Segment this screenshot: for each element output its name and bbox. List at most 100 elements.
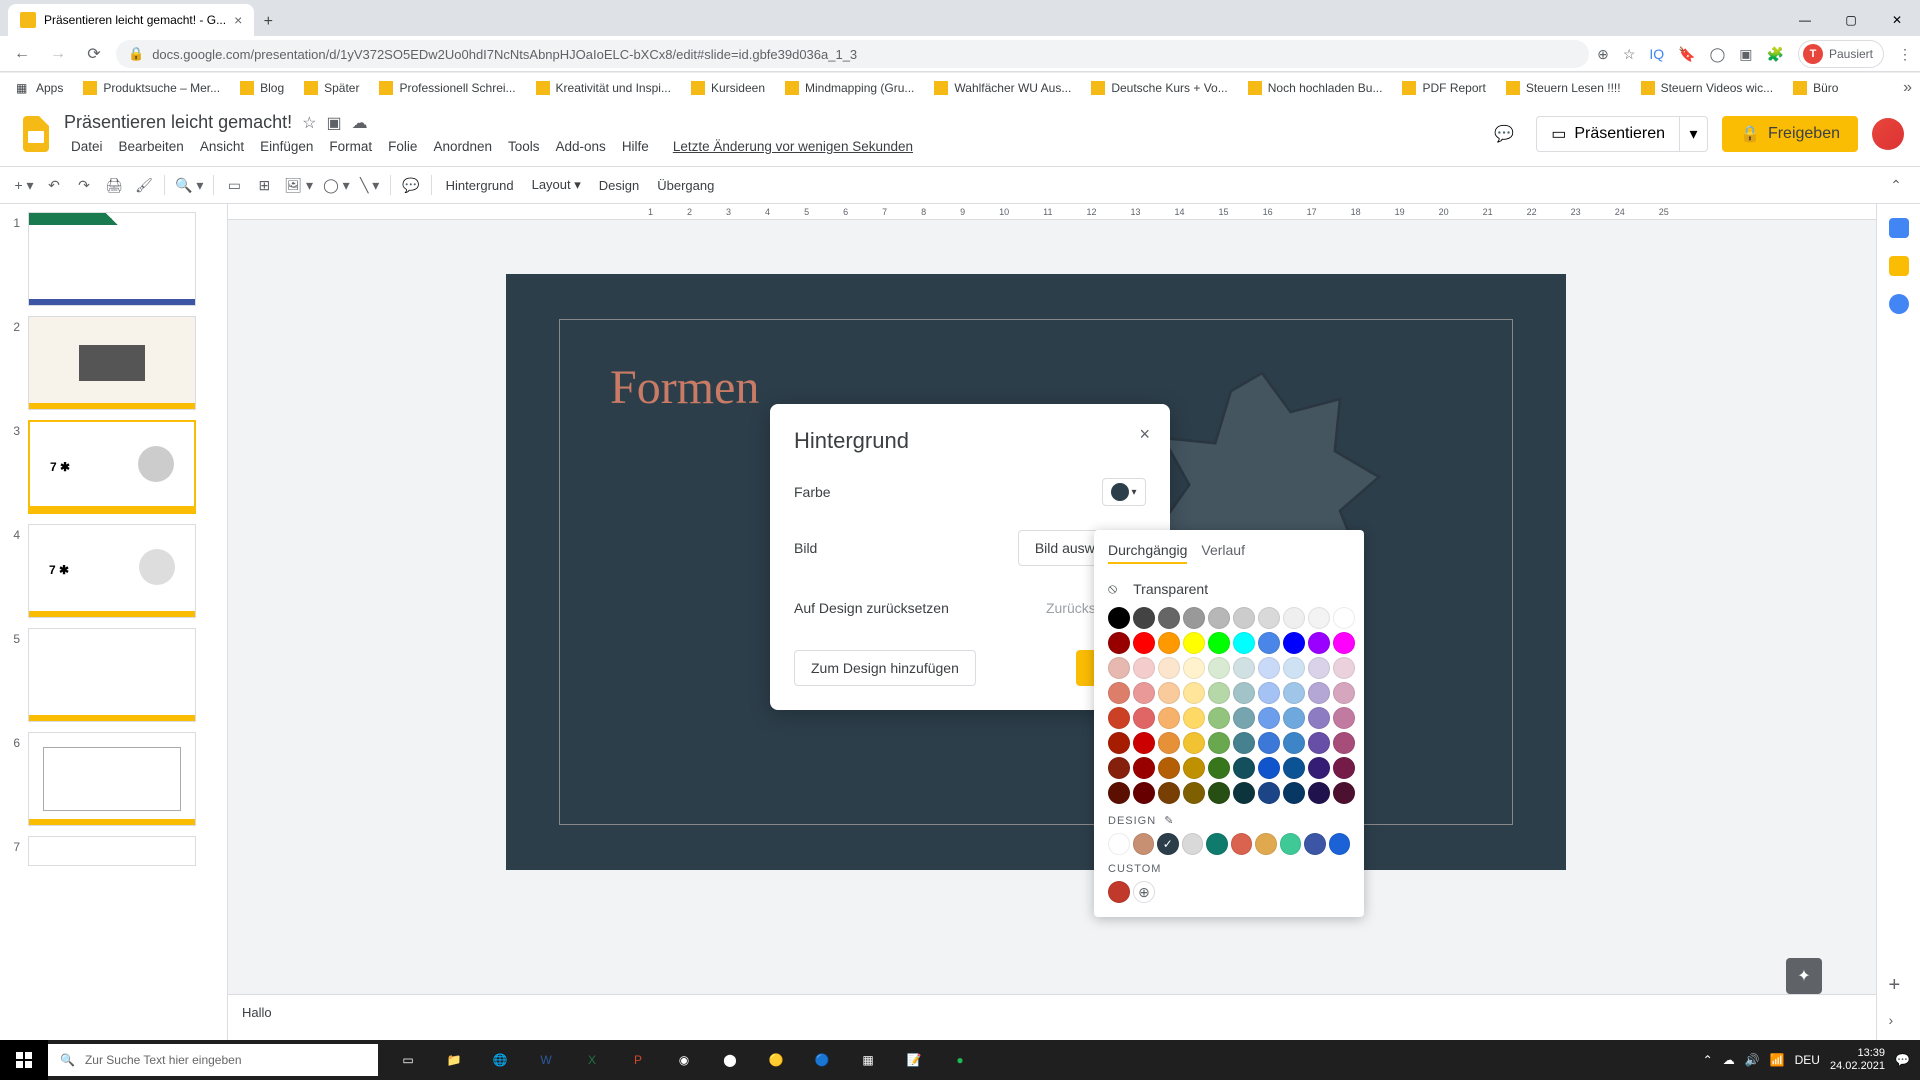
- color-swatch[interactable]: [1183, 782, 1205, 804]
- explorer-icon[interactable]: 📁: [432, 1040, 476, 1080]
- star-icon[interactable]: ☆: [302, 113, 316, 133]
- design-color-swatch[interactable]: [1304, 833, 1326, 855]
- onedrive-icon[interactable]: ☁: [1723, 1053, 1735, 1067]
- color-swatch[interactable]: [1258, 682, 1280, 704]
- select-tool[interactable]: ▭: [220, 172, 248, 198]
- menu-tools[interactable]: Tools: [501, 137, 547, 156]
- color-swatch-button[interactable]: ▾: [1102, 478, 1146, 506]
- bookmark-item[interactable]: Noch hochladen Bu...: [1240, 76, 1391, 100]
- shape-tool[interactable]: ◯ ▾: [319, 172, 354, 198]
- color-swatch[interactable]: [1258, 657, 1280, 679]
- reload-button[interactable]: ⟳: [80, 40, 108, 68]
- new-slide-button[interactable]: + ▾: [10, 172, 38, 198]
- menu-datei[interactable]: Datei: [64, 137, 110, 156]
- clock[interactable]: 13:39 24.02.2021: [1830, 1047, 1885, 1073]
- color-swatch[interactable]: [1183, 657, 1205, 679]
- wifi-icon[interactable]: 📶: [1770, 1053, 1785, 1067]
- color-swatch[interactable]: [1258, 757, 1280, 779]
- share-button[interactable]: 🔒 Freigeben: [1722, 116, 1858, 152]
- addon-plus-icon[interactable]: +: [1889, 974, 1909, 994]
- zoom-icon[interactable]: ⊕: [1597, 46, 1609, 63]
- color-swatch[interactable]: [1233, 757, 1255, 779]
- color-swatch[interactable]: [1158, 707, 1180, 729]
- color-swatch[interactable]: [1133, 782, 1155, 804]
- taskbar-search[interactable]: 🔍 Zur Suche Text hier eingeben: [48, 1044, 378, 1076]
- design-color-swatch[interactable]: [1329, 833, 1351, 855]
- color-swatch[interactable]: [1258, 632, 1280, 654]
- bookmark-item[interactable]: Büro: [1785, 76, 1846, 100]
- color-swatch[interactable]: [1183, 707, 1205, 729]
- collapse-rail-icon[interactable]: ›: [1889, 1012, 1909, 1032]
- color-swatch[interactable]: [1233, 682, 1255, 704]
- apps-button[interactable]: ▦Apps: [8, 76, 71, 100]
- new-tab-button[interactable]: +: [254, 8, 282, 36]
- bookmark-item[interactable]: Kreativität und Inspi...: [528, 76, 679, 100]
- slide-thumb-6[interactable]: [28, 732, 196, 826]
- menu-anordnen[interactable]: Anordnen: [426, 137, 499, 156]
- color-swatch[interactable]: [1158, 657, 1180, 679]
- color-swatch[interactable]: [1283, 782, 1305, 804]
- maximize-button[interactable]: ▢: [1828, 4, 1874, 36]
- color-swatch[interactable]: [1233, 632, 1255, 654]
- color-swatch[interactable]: [1333, 757, 1355, 779]
- minimize-button[interactable]: —: [1782, 4, 1828, 36]
- color-swatch[interactable]: [1283, 732, 1305, 754]
- color-swatch[interactable]: [1133, 707, 1155, 729]
- image-tool[interactable]: 🖼 ▾: [280, 172, 317, 198]
- present-button[interactable]: ▭Präsentieren ▾: [1536, 116, 1708, 152]
- color-swatch[interactable]: [1283, 707, 1305, 729]
- color-swatch[interactable]: [1308, 757, 1330, 779]
- app-icon[interactable]: ◉: [662, 1040, 706, 1080]
- color-swatch[interactable]: [1208, 607, 1230, 629]
- color-swatch[interactable]: [1183, 682, 1205, 704]
- line-tool[interactable]: ╲ ▾: [356, 172, 384, 198]
- print-button[interactable]: 🖨: [100, 172, 128, 198]
- color-swatch[interactable]: [1308, 607, 1330, 629]
- add-custom-color-button[interactable]: ⊕: [1133, 881, 1155, 903]
- paint-format-button[interactable]: 🖌: [130, 172, 158, 198]
- forward-button[interactable]: →: [44, 40, 72, 68]
- color-swatch[interactable]: [1158, 607, 1180, 629]
- bookmark-item[interactable]: Produktsuche – Mer...: [75, 76, 228, 100]
- obs-icon[interactable]: ⬤: [708, 1040, 752, 1080]
- collapse-toolbar-icon[interactable]: ⌃: [1882, 172, 1910, 198]
- color-swatch[interactable]: [1308, 682, 1330, 704]
- color-swatch[interactable]: [1108, 732, 1130, 754]
- layout-button[interactable]: Layout ▾: [524, 177, 589, 193]
- design-color-swatch[interactable]: [1206, 833, 1228, 855]
- color-swatch[interactable]: [1133, 607, 1155, 629]
- ext-icon-3[interactable]: ◯: [1710, 46, 1726, 63]
- menu-ansicht[interactable]: Ansicht: [193, 137, 251, 156]
- color-swatch[interactable]: [1333, 707, 1355, 729]
- color-swatch[interactable]: [1333, 607, 1355, 629]
- extensions-icon[interactable]: 🧩: [1767, 46, 1784, 63]
- bookmark-star-icon[interactable]: ☆: [1623, 46, 1636, 63]
- color-swatch[interactable]: [1283, 757, 1305, 779]
- color-swatch[interactable]: [1283, 607, 1305, 629]
- language-indicator[interactable]: DEU: [1795, 1053, 1820, 1067]
- color-swatch[interactable]: [1308, 632, 1330, 654]
- color-swatch[interactable]: [1133, 757, 1155, 779]
- volume-icon[interactable]: 🔊: [1745, 1053, 1760, 1067]
- color-swatch[interactable]: [1308, 707, 1330, 729]
- color-swatch[interactable]: [1233, 657, 1255, 679]
- color-swatch[interactable]: [1308, 732, 1330, 754]
- comment-tool[interactable]: 💬: [397, 172, 425, 198]
- slide-thumb-3[interactable]: 7 ✱: [28, 420, 196, 514]
- design-color-swatch[interactable]: [1255, 833, 1277, 855]
- app-icon-2[interactable]: ▦: [846, 1040, 890, 1080]
- back-button[interactable]: ←: [8, 40, 36, 68]
- design-button[interactable]: Design: [591, 178, 647, 193]
- custom-color-swatch[interactable]: [1108, 881, 1130, 903]
- notifications-icon[interactable]: 💬: [1895, 1053, 1910, 1067]
- undo-button[interactable]: ↶: [40, 172, 68, 198]
- powerpoint-icon[interactable]: P: [616, 1040, 660, 1080]
- color-swatch[interactable]: [1183, 732, 1205, 754]
- edge-legacy-icon[interactable]: 🌐: [478, 1040, 522, 1080]
- design-color-swatch[interactable]: [1280, 833, 1302, 855]
- tab-gradient[interactable]: Verlauf: [1201, 542, 1245, 564]
- color-swatch[interactable]: [1108, 782, 1130, 804]
- keep-icon[interactable]: [1889, 256, 1909, 276]
- chrome-icon[interactable]: 🟡: [754, 1040, 798, 1080]
- color-swatch[interactable]: [1133, 682, 1155, 704]
